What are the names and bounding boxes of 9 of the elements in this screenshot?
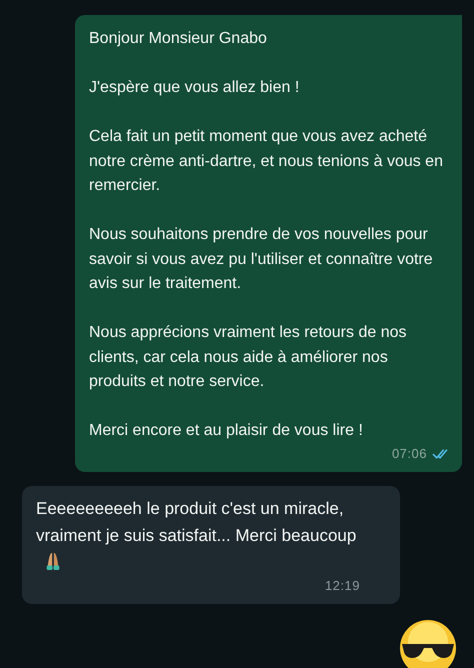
message-text: J'espère que vous allez bien ! — [89, 79, 300, 96]
message-text: Nous apprécions vraiment les retours de nos clients, car cela nous aide à améliorer nos produits et notre service. — [89, 324, 406, 390]
message-time: 12:19 — [324, 577, 360, 595]
message-text: Nous souhaitons prendre de vos nouvelles pour savoir si vous avez pu l'utiliser et connaître votre avis sur le traitement. — [89, 226, 433, 292]
message-time: 07:06 — [392, 444, 427, 462]
message-text: Bonjour Monsieur Gnabo — [89, 30, 267, 47]
message-text: Merci encore et au plaisir de vous lire ! — [89, 422, 363, 439]
message-text: Cela fait un petit moment que vous avez acheté notre crème anti-dartre, et nous tenions à vous en remercier. — [89, 128, 443, 194]
message-text: Eeeeeeeeeeh le produit c'est un miracle, vraiment je suis satisfait... Merci beaucoup — [36, 499, 356, 545]
